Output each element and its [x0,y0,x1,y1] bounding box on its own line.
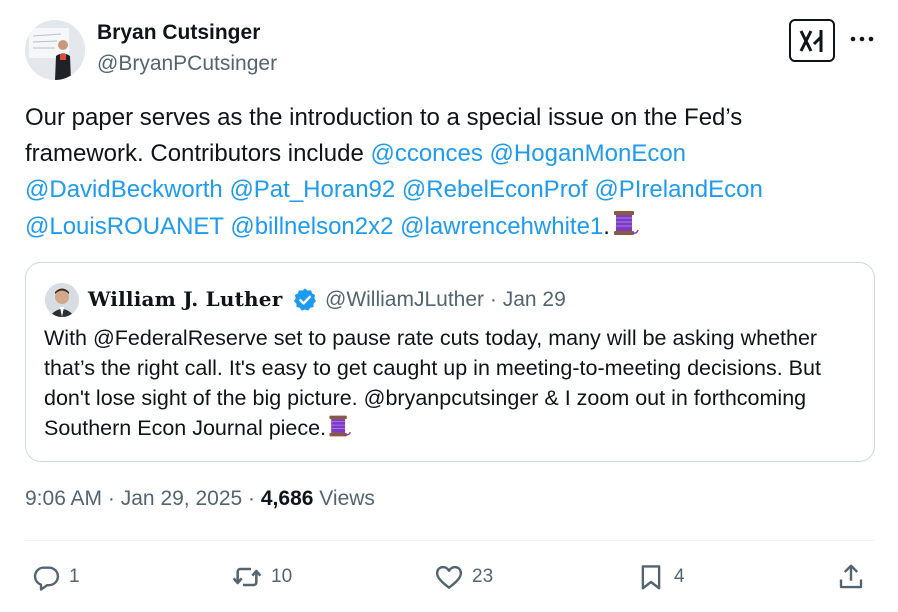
share-button[interactable] [836,560,866,594]
author-handle[interactable]: @BryanPCutsinger [97,52,277,76]
quoted-tweet-date[interactable]: Jan 29 [503,288,566,311]
bookmark-icon [641,565,661,590]
share-icon [839,564,863,589]
quoted-tweet-text: With @FederalReserve set to pause rate c… [44,323,859,447]
mention-link[interactable]: @lawrencehwhite1 [400,213,603,240]
author-name[interactable]: Bryan Cutsinger [97,21,260,45]
separator: · [489,288,497,311]
reply-button[interactable]: 1 [31,560,80,594]
more-options-button[interactable] [847,26,877,52]
mention-link[interactable]: @Pat_Horan92 [229,176,395,203]
mention-link[interactable]: @DavidBeckworth [25,176,223,203]
thread-spool-emoji [610,208,640,249]
tweet-date[interactable]: Jan 29, 2025 [121,487,242,510]
quoted-author-name[interactable]: William J. Luther [88,287,282,311]
views-label: Views [319,487,375,510]
reply-icon [33,566,60,591]
quoted-tweet-body: With @FederalReserve set to pause rate c… [44,326,821,440]
bookmark-count: 4 [674,566,685,587]
separator: · [107,487,115,510]
quoted-author-avatar[interactable] [45,283,79,317]
verified-badge-icon [292,287,318,313]
grok-icon [799,29,823,52]
divider [25,540,875,541]
mention-link[interactable]: @cconces [370,140,482,167]
mention-link[interactable]: @RebelEconProf [402,176,588,203]
mention-link[interactable]: @LouisROUANET [25,213,224,240]
author-avatar[interactable] [25,20,85,80]
like-icon [435,565,463,589]
more-icon [850,36,874,42]
quoted-tweet-meta: @WilliamJLuther · Jan 29 [325,288,566,312]
like-button[interactable]: 23 [434,560,493,594]
tweet-meta-row: 9:06 AM · Jan 29, 2025 · 4,686 Views [25,487,375,511]
mention-link[interactable]: @PIrelandEcon [594,176,762,203]
repost-icon [232,567,262,587]
repost-count: 10 [271,566,293,587]
like-count: 23 [472,566,494,587]
mention-link[interactable]: @HoganMonEcon [490,140,686,167]
reply-count: 1 [69,566,80,587]
quoted-tweet-card[interactable]: William J. Luther @WilliamJLuther · Jan … [25,262,875,462]
thread-spool-emoji [326,413,352,447]
repost-button[interactable]: 10 [231,560,292,594]
quoted-author-handle[interactable]: @WilliamJLuther [325,288,484,311]
views-count: 4,686 [260,487,314,510]
grok-button[interactable] [789,19,835,62]
tweet-time[interactable]: 9:06 AM [25,487,102,510]
tweet-text: Our paper serves as the introduction to … [25,100,855,249]
period: . [603,213,610,240]
mention-link[interactable]: @billnelson2x2 [230,213,393,240]
bookmark-button[interactable]: 4 [636,560,685,594]
separator: · [248,487,256,510]
